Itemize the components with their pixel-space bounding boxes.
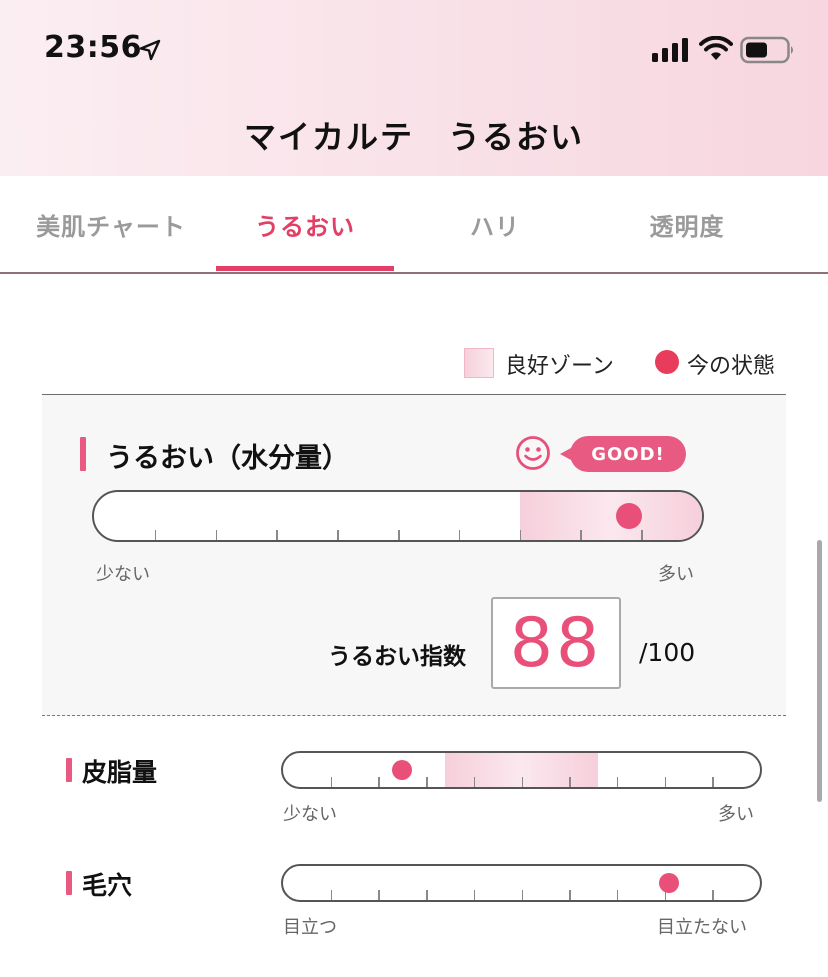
tab-moisture[interactable]: うるおい — [216, 176, 394, 272]
gauge-tick — [664, 777, 667, 787]
sebum-gauge — [281, 751, 762, 789]
gauge-tick — [378, 777, 380, 787]
gauge-tick — [154, 530, 157, 540]
gauge-tick — [580, 530, 582, 540]
moisture-index-max: /100 — [639, 638, 696, 667]
status-time: 23:56 — [44, 30, 142, 65]
gauge-tick — [426, 777, 428, 787]
gauge-tick — [215, 530, 218, 540]
sebum-scale-low: 少ない — [283, 804, 337, 825]
good-status-badge: GOOD! — [560, 436, 686, 472]
gauge-tick — [473, 890, 476, 900]
tab-beauty-chart[interactable]: 美肌チャート — [22, 176, 200, 272]
current-state-swatch — [655, 350, 679, 374]
gauge-tick — [712, 777, 714, 787]
active-tab-indicator — [216, 266, 394, 271]
gauge-tick — [641, 530, 643, 540]
gauge-tick — [616, 777, 619, 787]
pores-scale-low: 目立つ — [283, 917, 337, 938]
pores-gauge — [281, 864, 762, 902]
section-marker — [66, 871, 72, 895]
pores-scale-high: 目立たない — [657, 917, 747, 938]
sebum-scale-high: 多い — [718, 804, 754, 825]
battery-icon — [740, 36, 793, 64]
section-marker — [66, 758, 72, 782]
moisture-gauge — [92, 490, 704, 542]
smile-face-icon — [516, 436, 550, 470]
gauge-tick — [473, 777, 476, 787]
gauge-tick — [276, 530, 278, 540]
page-title: マイカルテ うるおい — [243, 118, 584, 156]
gauge-tick — [330, 777, 333, 787]
moisture-title: うるおい（水分量） — [106, 443, 349, 474]
current-value-dot — [616, 503, 643, 529]
moisture-scale-high: 多い — [658, 564, 694, 585]
current-state-legend-label: 今の状態 — [687, 354, 776, 379]
good-zone-range — [519, 492, 702, 540]
current-value-dot — [392, 760, 413, 780]
scrollbar[interactable] — [817, 540, 822, 802]
gauge-tick — [616, 890, 619, 900]
current-value-dot — [659, 873, 680, 893]
tab-clarity[interactable]: 透明度 — [598, 176, 776, 272]
moisture-index-value: 88 — [491, 597, 621, 689]
gauge-tick — [337, 530, 339, 540]
gauge-tick — [569, 890, 571, 900]
gauge-tick — [398, 530, 400, 540]
location-arrow-icon — [139, 39, 161, 61]
gauge-tick — [521, 777, 523, 787]
tab-bar: 美肌チャート うるおい ハリ 透明度 — [0, 176, 828, 274]
good-zone-legend-label: 良好ゾーン — [505, 354, 614, 379]
gauge-tick — [458, 530, 461, 540]
signal-icon — [652, 38, 688, 62]
gauge-tick — [569, 777, 571, 787]
gauge-tick — [519, 530, 522, 540]
moisture-scale-low: 少ない — [96, 564, 150, 585]
gauge-tick — [378, 890, 380, 900]
pores-title: 毛穴 — [82, 871, 133, 900]
gauge-tick — [426, 890, 428, 900]
app-header: 23:56 マイカルテ うるおい — [0, 0, 828, 176]
sebum-title: 皮脂量 — [82, 758, 158, 787]
tab-firmness[interactable]: ハリ — [406, 176, 584, 272]
moisture-index-label: うるおい指数 — [328, 644, 466, 670]
gauge-tick — [330, 890, 333, 900]
gauge-tick — [712, 890, 714, 900]
section-marker — [80, 437, 86, 471]
good-zone-swatch — [464, 348, 494, 378]
wifi-icon — [699, 36, 733, 60]
gauge-tick — [521, 890, 523, 900]
